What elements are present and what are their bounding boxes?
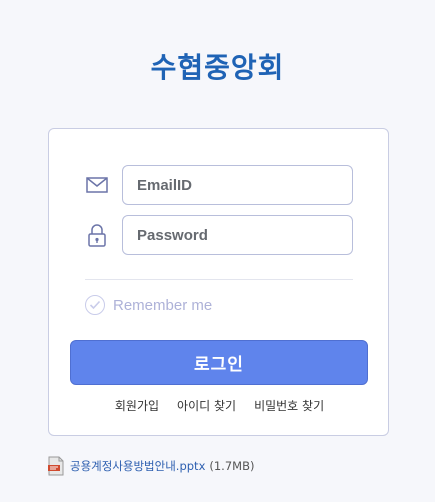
account-links: 회원가입 아이디 찾기 비밀번호 찾기 xyxy=(49,397,390,414)
remember-me-checkbox[interactable]: Remember me xyxy=(85,294,212,316)
find-id-link[interactable]: 아이디 찾기 xyxy=(177,397,236,414)
lock-icon xyxy=(85,223,109,247)
pptx-file-icon xyxy=(48,456,64,476)
email-input[interactable] xyxy=(122,165,353,205)
mail-icon xyxy=(85,173,109,197)
check-icon xyxy=(85,295,105,315)
login-card: Remember me 로그인 회원가입 아이디 찾기 비밀번호 찾기 xyxy=(48,128,389,436)
attachment: 공용계정사용방법안내.pptx (1.7MB) xyxy=(48,456,254,476)
remember-me-label: Remember me xyxy=(113,296,213,314)
attachment-file-size: (1.7MB) xyxy=(209,459,255,473)
brand-title: 수협중앙회 xyxy=(150,51,285,84)
password-input[interactable] xyxy=(122,215,353,255)
divider xyxy=(85,279,353,280)
email-row xyxy=(49,165,390,205)
login-button[interactable]: 로그인 xyxy=(70,340,368,385)
password-row xyxy=(49,215,390,255)
find-password-link[interactable]: 비밀번호 찾기 xyxy=(254,397,324,414)
signup-link[interactable]: 회원가입 xyxy=(115,397,159,414)
attachment-file-link[interactable]: 공용계정사용방법안내.pptx xyxy=(70,458,205,474)
